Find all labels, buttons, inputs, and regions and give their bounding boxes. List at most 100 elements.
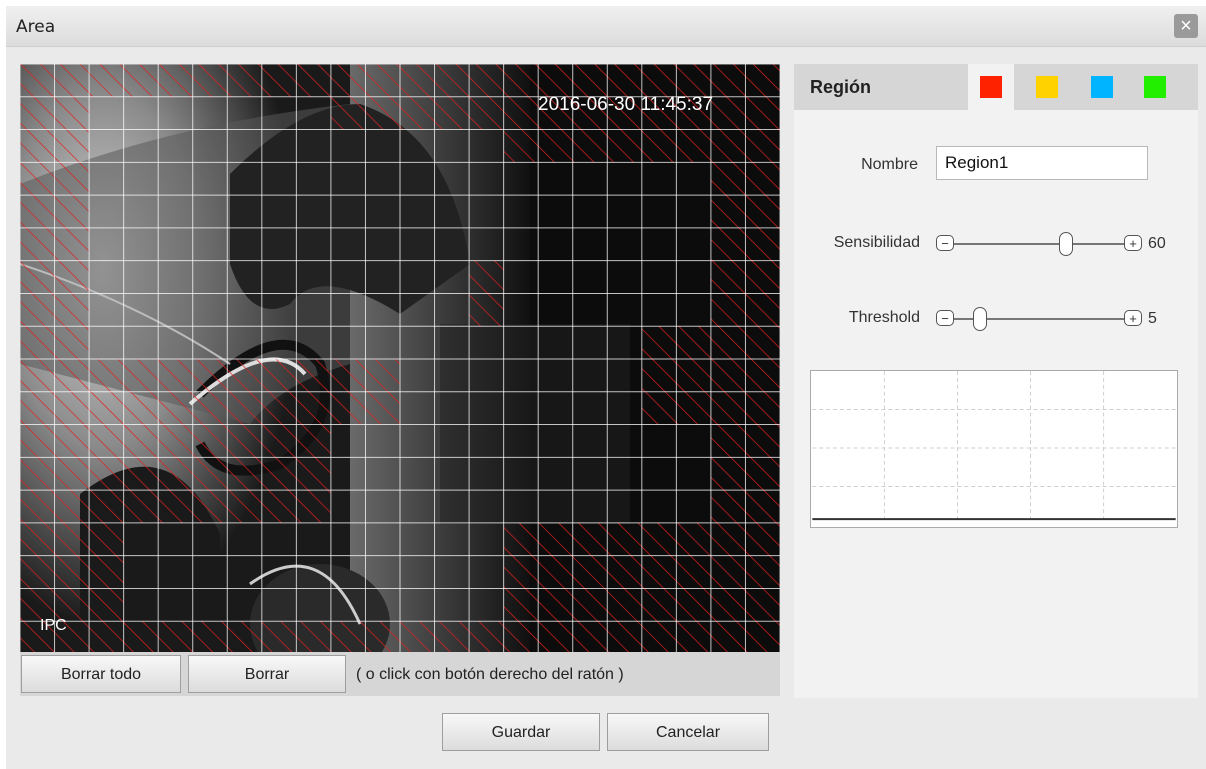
- grid-cell-selected[interactable]: [20, 391, 55, 425]
- grid-cell-selected[interactable]: [20, 522, 55, 556]
- grid-cell-selected[interactable]: [641, 522, 677, 556]
- grid-cell-selected[interactable]: [469, 293, 504, 327]
- threshold-thumb[interactable]: [973, 307, 988, 331]
- grid-cell-selected[interactable]: [710, 293, 746, 327]
- grid-cell-selected[interactable]: [572, 64, 608, 97]
- grid-cell-selected[interactable]: [745, 227, 780, 261]
- video-preview[interactable]: 2016-06-30 11:45:37 IPC: [20, 64, 780, 654]
- grid-cell-selected[interactable]: [296, 424, 331, 458]
- grid-cell-selected[interactable]: [710, 64, 746, 97]
- grid-cell-selected[interactable]: [123, 490, 159, 523]
- grid-cell-selected[interactable]: [20, 64, 55, 97]
- grid-cell-selected[interactable]: [20, 260, 55, 294]
- grid-cell-selected[interactable]: [227, 391, 262, 425]
- grid-cell-selected[interactable]: [227, 621, 262, 654]
- grid-cell-selected[interactable]: [469, 260, 504, 294]
- grid-cell-selected[interactable]: [158, 490, 193, 523]
- motion-grid[interactable]: [20, 64, 780, 654]
- grid-cell-selected[interactable]: [261, 64, 297, 97]
- grid-cell-selected[interactable]: [261, 457, 297, 491]
- grid-cell-selected[interactable]: [710, 227, 746, 261]
- threshold-slider[interactable]: − + 5: [936, 307, 1176, 331]
- grid-cell-selected[interactable]: [296, 457, 331, 491]
- grid-cell-selected[interactable]: [89, 555, 124, 589]
- grid-cell-selected[interactable]: [641, 588, 677, 622]
- grid-cell-selected[interactable]: [227, 64, 262, 97]
- grid-cell-selected[interactable]: [89, 588, 124, 622]
- grid-cell-selected[interactable]: [745, 129, 780, 163]
- region-tab-yellow[interactable]: [1024, 64, 1070, 110]
- grid-cell-selected[interactable]: [20, 162, 55, 196]
- grid-cell-selected[interactable]: [227, 457, 262, 491]
- grid-cell-selected[interactable]: [89, 621, 124, 654]
- grid-cell-selected[interactable]: [89, 359, 124, 392]
- grid-cell-selected[interactable]: [676, 64, 711, 97]
- grid-cell-selected[interactable]: [607, 522, 642, 556]
- grid-cell-selected[interactable]: [572, 621, 608, 654]
- grid-cell-selected[interactable]: [503, 129, 539, 163]
- grid-cell-selected[interactable]: [123, 391, 159, 425]
- grid-cell-selected[interactable]: [54, 522, 90, 556]
- grid-cell-selected[interactable]: [20, 129, 55, 163]
- grid-cell-selected[interactable]: [261, 490, 297, 523]
- grid-cell-selected[interactable]: [676, 326, 711, 359]
- grid-cell-selected[interactable]: [745, 326, 780, 359]
- grid-cell-selected[interactable]: [400, 96, 435, 130]
- grid-cell-selected[interactable]: [296, 621, 331, 654]
- grid-cell-selected[interactable]: [641, 64, 677, 97]
- grid-cell-selected[interactable]: [710, 588, 746, 622]
- grid-cell-selected[interactable]: [503, 621, 539, 654]
- grid-cell-selected[interactable]: [89, 424, 124, 458]
- grid-cell-selected[interactable]: [54, 96, 90, 130]
- grid-cell-selected[interactable]: [192, 359, 228, 392]
- grid-cell-selected[interactable]: [158, 621, 193, 654]
- grid-cell-selected[interactable]: [503, 555, 539, 589]
- grid-cell-selected[interactable]: [158, 457, 193, 491]
- grid-cell-selected[interactable]: [710, 195, 746, 228]
- sensitivity-increase-button[interactable]: +: [1124, 235, 1142, 251]
- grid-cell-selected[interactable]: [296, 359, 331, 392]
- grid-cell-selected[interactable]: [296, 391, 331, 425]
- grid-cell-selected[interactable]: [745, 359, 780, 392]
- grid-cell-selected[interactable]: [538, 522, 573, 556]
- grid-cell-selected[interactable]: [54, 490, 90, 523]
- grid-cell-selected[interactable]: [227, 424, 262, 458]
- grid-cell-selected[interactable]: [400, 621, 435, 654]
- grid-cell-selected[interactable]: [676, 359, 711, 392]
- grid-cell-selected[interactable]: [434, 64, 470, 97]
- grid-cell-selected[interactable]: [469, 621, 504, 654]
- grid-cell-selected[interactable]: [641, 555, 677, 589]
- grid-cell-selected[interactable]: [469, 96, 504, 130]
- grid-cell-selected[interactable]: [54, 391, 90, 425]
- grid-cell-selected[interactable]: [20, 326, 55, 359]
- grid-cell-selected[interactable]: [261, 621, 297, 654]
- clear-button[interactable]: Borrar: [188, 655, 346, 693]
- grid-cell-selected[interactable]: [641, 129, 677, 163]
- grid-cell-selected[interactable]: [641, 391, 677, 425]
- grid-cell-selected[interactable]: [192, 391, 228, 425]
- grid-cell-selected[interactable]: [745, 457, 780, 491]
- grid-cell-selected[interactable]: [89, 522, 124, 556]
- grid-cell-selected[interactable]: [710, 162, 746, 196]
- grid-cell-selected[interactable]: [20, 227, 55, 261]
- grid-cell-selected[interactable]: [676, 391, 711, 425]
- grid-cell-selected[interactable]: [261, 359, 297, 392]
- grid-cell-selected[interactable]: [745, 555, 780, 589]
- grid-cell-selected[interactable]: [538, 555, 573, 589]
- grid-cell-selected[interactable]: [710, 555, 746, 589]
- grid-cell-selected[interactable]: [710, 96, 746, 130]
- grid-cell-selected[interactable]: [20, 96, 55, 130]
- grid-cell-selected[interactable]: [572, 522, 608, 556]
- grid-cell-selected[interactable]: [745, 162, 780, 196]
- cancel-button[interactable]: Cancelar: [607, 713, 769, 751]
- grid-cell-selected[interactable]: [158, 359, 193, 392]
- grid-cell-selected[interactable]: [123, 621, 159, 654]
- grid-cell-selected[interactable]: [123, 424, 159, 458]
- grid-cell-selected[interactable]: [572, 588, 608, 622]
- grid-cell-selected[interactable]: [710, 490, 746, 523]
- grid-cell-selected[interactable]: [20, 424, 55, 458]
- threshold-decrease-button[interactable]: −: [936, 310, 954, 326]
- grid-cell-selected[interactable]: [54, 326, 90, 359]
- grid-cell-selected[interactable]: [330, 96, 366, 130]
- grid-cell-selected[interactable]: [745, 293, 780, 327]
